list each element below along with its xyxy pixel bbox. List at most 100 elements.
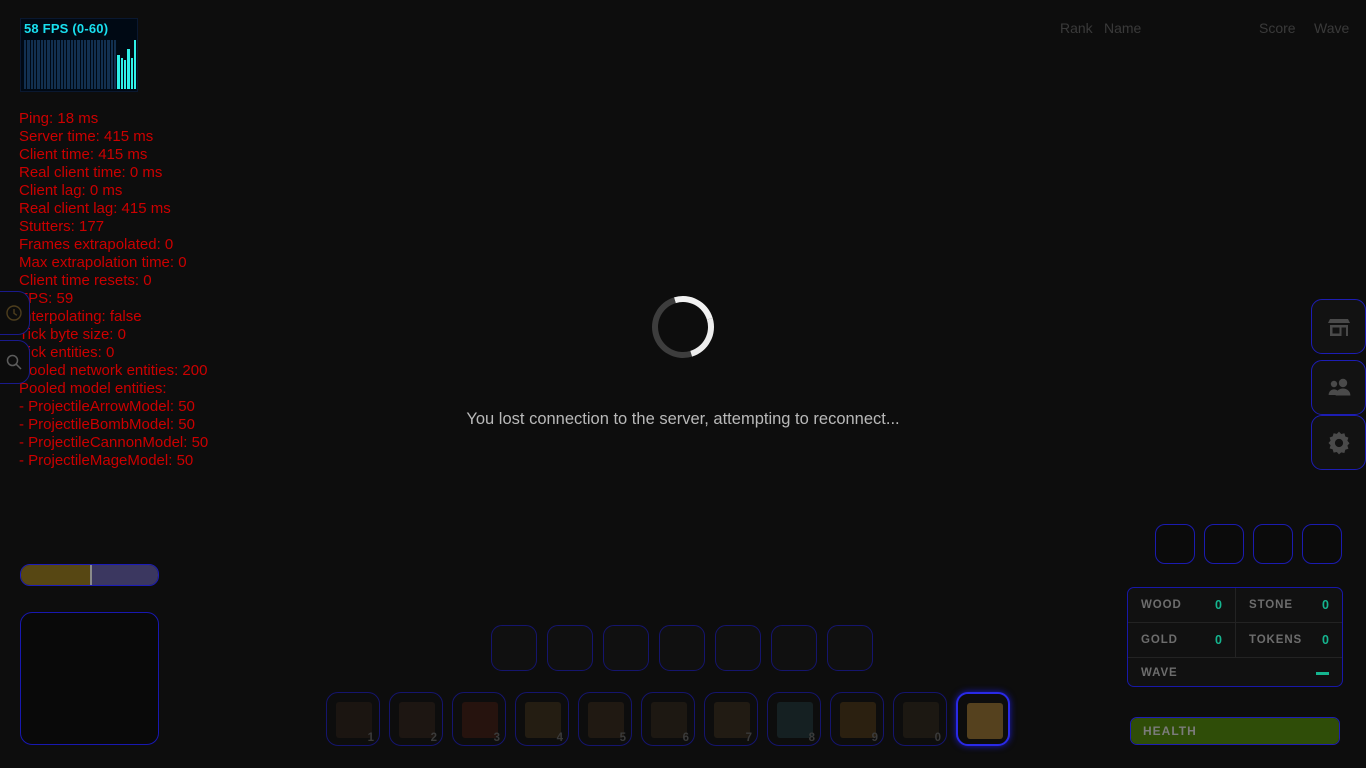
- gear-icon: [1312, 416, 1365, 469]
- fps-graph-bar: [60, 40, 63, 89]
- fps-meter-label: 58 FPS (0-60): [24, 21, 109, 36]
- debug-stat-line: Stutters: 177: [19, 218, 105, 235]
- health-bar-label: HEALTH: [1143, 724, 1197, 738]
- fps-graph-bar: [87, 40, 90, 89]
- debug-stat-line: Client lag: 0 ms: [19, 182, 123, 199]
- hotbar-slot-key: 1: [367, 732, 374, 744]
- hotbar-slot-gear-tower[interactable]: 7: [704, 692, 758, 746]
- hotbar-slot-key: 6: [682, 732, 689, 744]
- settings-button[interactable]: [1311, 415, 1366, 470]
- hotbar-slot-key: 7: [745, 732, 752, 744]
- hotbar-slot-ballista-tower[interactable]: 4: [515, 692, 569, 746]
- fps-graph-bar: [30, 40, 33, 89]
- upper-slot[interactable]: [715, 625, 761, 671]
- xp-bar: [20, 564, 159, 586]
- cannon-tower-icon: [588, 702, 624, 738]
- hotbar-slot-wall-block[interactable]: 1: [326, 692, 380, 746]
- debug-stat-line: Ping: 18 ms: [19, 110, 99, 127]
- debug-stat-line: Client time resets: 0: [19, 272, 152, 289]
- shop-icon: [1312, 300, 1365, 353]
- resource-wood-value: 0: [1215, 598, 1222, 612]
- leaderboard-header: Rank Name Score Wave: [1060, 20, 1360, 42]
- fps-graph-bar: [24, 40, 27, 89]
- hotbar-slot-cannon-tower[interactable]: 5: [578, 692, 632, 746]
- fps-graph-bar: [50, 40, 53, 89]
- resource-gold-value: 0: [1215, 633, 1222, 647]
- debug-stat-line: Client time: 415 ms: [19, 146, 148, 163]
- fps-graph: [24, 40, 136, 89]
- resource-wood[interactable]: WOOD 0: [1128, 588, 1235, 622]
- fps-graph-bar: [37, 40, 40, 89]
- resource-row-wave: WAVE: [1128, 658, 1342, 686]
- hotbar-slot-key: 3: [493, 732, 500, 744]
- equip-slot[interactable]: [1302, 524, 1342, 564]
- debug-stat-line: - ProjectileMageModel: 50: [19, 452, 194, 469]
- resource-wave[interactable]: WAVE: [1128, 658, 1342, 686]
- hotbar-slot-gold-mine[interactable]: 9: [830, 692, 884, 746]
- debug-stat-line: Frames extrapolated: 0: [19, 236, 174, 253]
- friends-button[interactable]: [1311, 360, 1366, 415]
- hotbar-slot-arrow-tower[interactable]: 6: [641, 692, 695, 746]
- hotbar-slot-key: 2: [430, 732, 437, 744]
- fps-graph-bar: [77, 40, 80, 89]
- resource-row-wood-stone: WOOD 0 STONE 0: [1128, 588, 1342, 623]
- hotbar-slot-key: 5: [619, 732, 626, 744]
- gold-mine-icon: [840, 702, 876, 738]
- fps-graph-bar: [93, 40, 97, 89]
- fps-graph-bar: [90, 40, 93, 89]
- arrow-tower-icon: [651, 702, 687, 738]
- hotbar: 1 2 3 4 5 6 7 8 9 0: [326, 692, 1010, 746]
- hotbar-slot-stone-block[interactable]: [956, 692, 1010, 746]
- ballista-tower-icon: [525, 702, 561, 738]
- debug-stat-line: Max extrapolation time: 0: [19, 254, 187, 271]
- resource-gold[interactable]: GOLD 0: [1128, 623, 1235, 657]
- fps-graph-bar: [107, 40, 110, 89]
- fps-graph-bar: [133, 40, 136, 89]
- fps-graph-bar: [117, 54, 120, 89]
- fps-graph-bar: [33, 40, 37, 89]
- fps-graph-bar: [113, 40, 117, 89]
- resource-wood-label: WOOD: [1141, 599, 1182, 611]
- disconnect-message: You lost connection to the server, attem…: [466, 410, 900, 428]
- fps-graph-bar: [53, 40, 57, 89]
- leaderboard-col-name: Name: [1104, 20, 1142, 36]
- health-bar: HEALTH: [1130, 717, 1340, 745]
- upper-slot[interactable]: [659, 625, 705, 671]
- resource-gold-label: GOLD: [1141, 634, 1178, 646]
- gear-tower-icon: [714, 702, 750, 738]
- resource-stone-label: STONE: [1249, 599, 1293, 611]
- fps-graph-bar: [83, 40, 87, 89]
- mage-tower-icon: [777, 702, 813, 738]
- equip-slot[interactable]: [1253, 524, 1293, 564]
- upper-slot[interactable]: [771, 625, 817, 671]
- door-block-icon: [399, 702, 435, 738]
- xp-bar-marker: [89, 565, 92, 585]
- minimap-panel[interactable]: [20, 612, 159, 745]
- fps-graph-bar: [110, 40, 113, 89]
- fps-graph-bar: [70, 40, 73, 89]
- upper-slot[interactable]: [547, 625, 593, 671]
- upper-slot[interactable]: [827, 625, 873, 671]
- equip-slot[interactable]: [1204, 524, 1244, 564]
- leaderboard-col-wave: Wave: [1314, 20, 1350, 36]
- upper-slot[interactable]: [603, 625, 649, 671]
- hotbar-slot-mage-tower[interactable]: 8: [767, 692, 821, 746]
- hotbar-slot-harvester[interactable]: 0: [893, 692, 947, 746]
- resource-stone[interactable]: STONE 0: [1235, 588, 1342, 622]
- game-screen: 58 FPS (0-60) Ping: 18 ms Server time: 41…: [0, 0, 1366, 768]
- debug-stat-line: - ProjectileCannonModel: 50: [19, 434, 209, 451]
- resource-row-gold-tokens: GOLD 0 TOKENS 0: [1128, 623, 1342, 658]
- hotbar-slot-key: 9: [871, 732, 878, 744]
- resource-tokens[interactable]: TOKENS 0: [1235, 623, 1342, 657]
- hotbar-slot-spike-trap[interactable]: 3: [452, 692, 506, 746]
- shop-button[interactable]: [1311, 299, 1366, 354]
- fps-graph-bar: [67, 40, 70, 89]
- upper-slot[interactable]: [491, 625, 537, 671]
- equip-slot-row: [1155, 524, 1342, 564]
- fps-graph-bar: [73, 40, 77, 89]
- fps-graph-bar: [63, 40, 67, 89]
- hotbar-slot-door-block[interactable]: 2: [389, 692, 443, 746]
- fps-graph-bar: [97, 40, 100, 89]
- fps-graph-bar: [80, 40, 83, 89]
- equip-slot[interactable]: [1155, 524, 1195, 564]
